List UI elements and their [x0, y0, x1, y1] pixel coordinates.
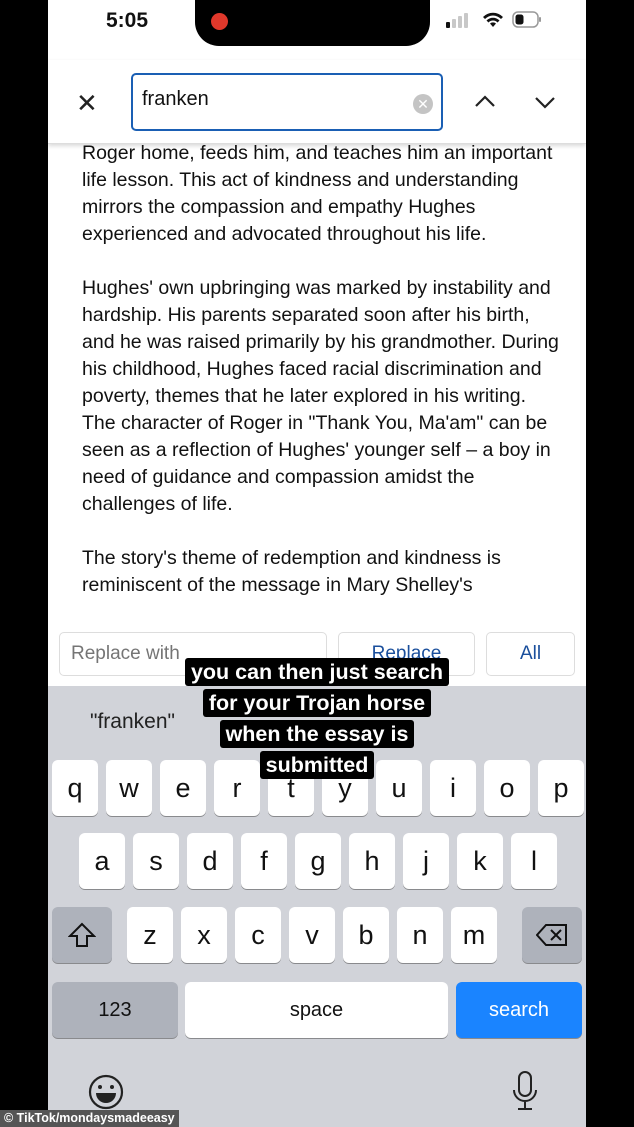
key-j[interactable]: j [403, 833, 449, 889]
status-bar: 5:05 [48, 0, 586, 50]
shift-key[interactable] [52, 907, 112, 963]
replace-all-button[interactable]: All [486, 632, 575, 676]
backspace-key[interactable] [522, 907, 582, 963]
paragraph: The story's theme of redemption and kind… [82, 547, 501, 596]
key-c[interactable]: c [235, 907, 281, 963]
key-m[interactable]: m [451, 907, 497, 963]
key-s[interactable]: s [133, 833, 179, 889]
key-p[interactable]: p [538, 760, 584, 816]
caption-line: when the essay is [219, 720, 415, 748]
key-h[interactable]: h [349, 833, 395, 889]
phone-screen: 5:05 ✕ ✕ Roger home, feeds him, and teac… [48, 0, 586, 1127]
key-k[interactable]: k [457, 833, 503, 889]
paragraph: Roger home, feeds him, and teaches him a… [82, 142, 553, 245]
search-key[interactable]: search [456, 982, 582, 1038]
wifi-icon [483, 12, 503, 27]
paragraph: Hughes' own upbringing was marked by ins… [82, 277, 559, 515]
key-b[interactable]: b [343, 907, 389, 963]
shift-icon [68, 922, 96, 947]
key-l[interactable]: l [511, 833, 557, 889]
document-body: Roger home, feeds him, and teaches him a… [82, 140, 562, 626]
clock: 5:05 [106, 9, 149, 32]
recording-indicator-icon [211, 13, 228, 30]
chevron-up-icon[interactable] [474, 94, 496, 108]
key-w[interactable]: w [106, 760, 152, 816]
key-v[interactable]: v [289, 907, 335, 963]
backspace-icon [536, 924, 567, 946]
find-input-box[interactable]: ✕ [131, 73, 443, 131]
watermark: © TikTok/mondaysmadeeasy [0, 1110, 179, 1127]
microphone-icon[interactable] [511, 1070, 539, 1112]
caption-line: submitted [259, 751, 375, 779]
key-o[interactable]: o [484, 760, 530, 816]
find-input[interactable] [142, 88, 402, 111]
caption-line: you can then just search [184, 658, 450, 686]
autocomplete-suggestion[interactable]: "franken" [90, 710, 175, 734]
close-icon[interactable]: ✕ [76, 88, 98, 119]
key-a[interactable]: a [79, 833, 125, 889]
chevron-down-icon[interactable] [534, 96, 556, 110]
numbers-key[interactable]: 123 [52, 982, 178, 1038]
cellular-signal-icon [446, 12, 468, 28]
space-key[interactable]: space [185, 982, 448, 1038]
key-d[interactable]: d [187, 833, 233, 889]
key-g[interactable]: g [295, 833, 341, 889]
key-f[interactable]: f [241, 833, 287, 889]
battery-icon [512, 11, 541, 28]
key-n[interactable]: n [397, 907, 443, 963]
key-q[interactable]: q [52, 760, 98, 816]
clear-icon[interactable]: ✕ [413, 94, 433, 114]
key-z[interactable]: z [127, 907, 173, 963]
key-x[interactable]: x [181, 907, 227, 963]
emoji-icon[interactable] [87, 1073, 125, 1111]
caption-line: for your Trojan horse [202, 689, 432, 717]
dynamic-island [195, 0, 430, 46]
video-caption: you can then just search for your Trojan… [178, 658, 456, 782]
find-bar: ✕ ✕ [48, 60, 586, 144]
